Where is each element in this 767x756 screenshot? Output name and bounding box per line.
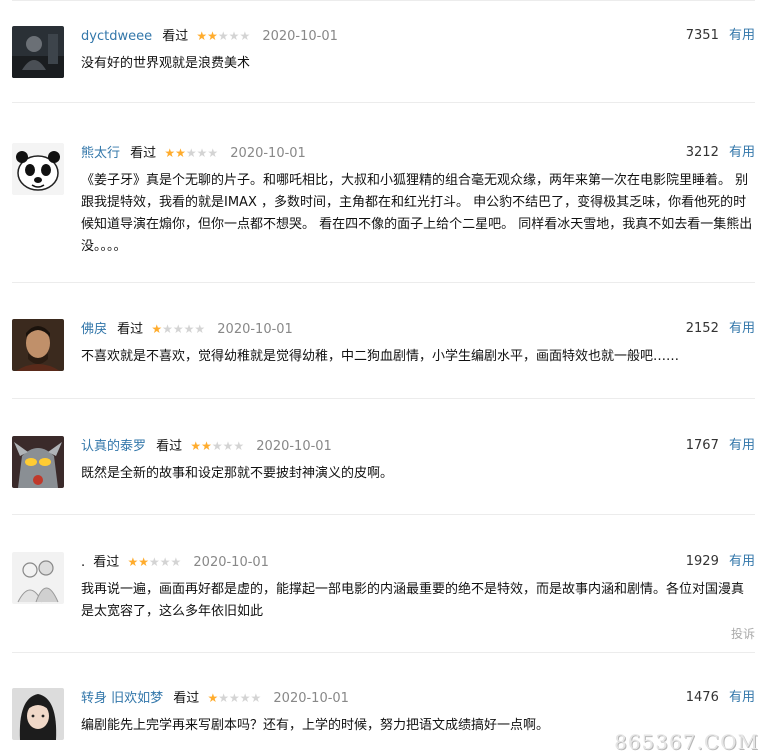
star-filled-icon: ★ xyxy=(207,29,218,43)
vote-area: 7351 有用 xyxy=(686,26,755,46)
watch-status: 看过 xyxy=(130,146,157,161)
vote-area: 3212 有用 xyxy=(686,143,755,163)
useful-button[interactable]: 有用 xyxy=(729,554,755,569)
man-portrait-avatar[interactable] xyxy=(12,319,64,371)
star-empty-icon: ★ xyxy=(162,322,173,336)
star-empty-icon: ★ xyxy=(211,439,223,453)
divider xyxy=(12,0,755,1)
comment-meta: 认真的泰罗 看过 ★★★★★ 2020-10-01 xyxy=(81,436,332,456)
star-empty-icon: ★ xyxy=(217,29,229,43)
star-empty-icon: ★ xyxy=(228,29,240,43)
star-filled-icon: ★ xyxy=(175,146,186,160)
star-filled-icon: ★ xyxy=(151,322,163,336)
rating-stars: ★★★★★ xyxy=(151,322,205,336)
comment-meta: dyctdweee 看过 ★★★★★ 2020-10-01 xyxy=(81,26,338,46)
star-empty-icon: ★ xyxy=(207,146,219,160)
star-empty-icon: ★ xyxy=(239,691,251,705)
username-link[interactable]: dyctdweee xyxy=(81,29,152,44)
comment-date: 2020-10-01 xyxy=(262,29,338,44)
useful-button[interactable]: 有用 xyxy=(729,690,755,705)
vote-area: 1476 有用 xyxy=(686,688,755,708)
dark-figure-avatar[interactable] xyxy=(12,26,64,78)
divider xyxy=(12,398,755,399)
report-link[interactable]: 投诉 xyxy=(731,625,755,642)
vote-count: 3212 xyxy=(685,145,719,160)
watch-status: 看过 xyxy=(117,322,144,337)
comment-date: 2020-10-01 xyxy=(193,555,269,570)
star-filled-icon: ★ xyxy=(138,555,149,569)
star-empty-icon: ★ xyxy=(194,322,206,336)
username-link[interactable]: 佛戾 xyxy=(81,322,107,337)
star-empty-icon: ★ xyxy=(218,691,229,705)
vote-area: 2152 有用 xyxy=(686,319,755,339)
star-empty-icon: ★ xyxy=(239,29,251,43)
comment-date: 2020-10-01 xyxy=(217,322,293,337)
star-empty-icon: ★ xyxy=(183,322,195,336)
star-empty-icon: ★ xyxy=(228,691,240,705)
star-filled-icon: ★ xyxy=(190,439,202,453)
comment-meta: 转身 旧欢如梦 看过 ★★★★★ 2020-10-01 xyxy=(81,688,349,708)
useful-button[interactable]: 有用 xyxy=(729,145,755,160)
username-link[interactable]: . xyxy=(81,555,85,570)
star-empty-icon: ★ xyxy=(159,555,171,569)
star-empty-icon: ★ xyxy=(185,146,197,160)
watch-status: 看过 xyxy=(156,439,183,454)
watch-status: 看过 xyxy=(93,555,120,570)
star-filled-icon: ★ xyxy=(201,439,212,453)
username-link[interactable]: 认真的泰罗 xyxy=(81,439,146,454)
star-filled-icon: ★ xyxy=(127,555,139,569)
ultraman-avatar[interactable] xyxy=(12,436,64,488)
watch-status: 看过 xyxy=(173,691,200,706)
comment-text: 既然是全新的故事和设定那就不要披封神演义的皮啊。 xyxy=(81,466,394,481)
rating-stars: ★★★★★ xyxy=(127,555,181,569)
star-empty-icon: ★ xyxy=(196,146,208,160)
divider xyxy=(12,102,755,103)
comment-meta: 熊太行 看过 ★★★★★ 2020-10-01 xyxy=(81,143,306,163)
divider xyxy=(12,282,755,283)
comment-meta: . 看过 ★★★★★ 2020-10-01 xyxy=(81,552,269,572)
star-empty-icon: ★ xyxy=(170,555,182,569)
vote-count: 2152 xyxy=(685,321,719,336)
comment-text: 我再说一遍，画面再好都是虚的，能撑起一部电影的内涵最重要的绝不是特效，而是故事内… xyxy=(81,582,745,619)
comment-date: 2020-10-01 xyxy=(273,691,349,706)
username-link[interactable]: 转身 旧欢如梦 xyxy=(81,691,163,706)
sketch-couple-avatar[interactable] xyxy=(12,552,64,604)
rating-stars: ★★★★★ xyxy=(190,439,244,453)
vote-area: 1767 有用 xyxy=(686,436,755,456)
star-filled-icon: ★ xyxy=(196,29,208,43)
rating-stars: ★★★★★ xyxy=(164,146,218,160)
girl-portrait-avatar[interactable] xyxy=(12,688,64,740)
username-link[interactable]: 熊太行 xyxy=(81,146,120,161)
rating-stars: ★★★★★ xyxy=(196,29,250,43)
comment-date: 2020-10-01 xyxy=(230,146,306,161)
vote-count: 1929 xyxy=(685,554,719,569)
vote-area: 1929 有用 xyxy=(686,552,755,572)
divider xyxy=(12,652,755,653)
comment-date: 2020-10-01 xyxy=(256,439,332,454)
useful-button[interactable]: 有用 xyxy=(729,321,755,336)
comment-text: 《姜子牙》真是个无聊的片子。和哪吒相比，大叔和小狐狸精的组合毫无观众缘，两年来第… xyxy=(81,173,753,254)
star-empty-icon: ★ xyxy=(222,439,234,453)
comment-text: 没有好的世界观就是浪费美术 xyxy=(81,56,251,71)
vote-count: 1476 xyxy=(685,690,719,705)
star-empty-icon: ★ xyxy=(233,439,245,453)
useful-button[interactable]: 有用 xyxy=(729,438,755,453)
star-empty-icon: ★ xyxy=(250,691,262,705)
panda-avatar[interactable] xyxy=(12,143,64,195)
rating-stars: ★★★★★ xyxy=(207,691,261,705)
star-empty-icon: ★ xyxy=(148,555,160,569)
watch-status: 看过 xyxy=(162,29,189,44)
comment-text: 不喜欢就是不喜欢，觉得幼稚就是觉得幼稚，中二狗血剧情，小学生编剧水平，画面特效也… xyxy=(81,349,680,364)
comment-meta: 佛戾 看过 ★★★★★ 2020-10-01 xyxy=(81,319,293,339)
site-watermark: 865367.COM xyxy=(614,730,759,754)
star-empty-icon: ★ xyxy=(172,322,184,336)
vote-count: 1767 xyxy=(685,438,719,453)
star-filled-icon: ★ xyxy=(207,691,219,705)
divider xyxy=(12,514,755,515)
star-filled-icon: ★ xyxy=(164,146,176,160)
useful-button[interactable]: 有用 xyxy=(729,28,755,43)
vote-count: 7351 xyxy=(685,28,719,43)
